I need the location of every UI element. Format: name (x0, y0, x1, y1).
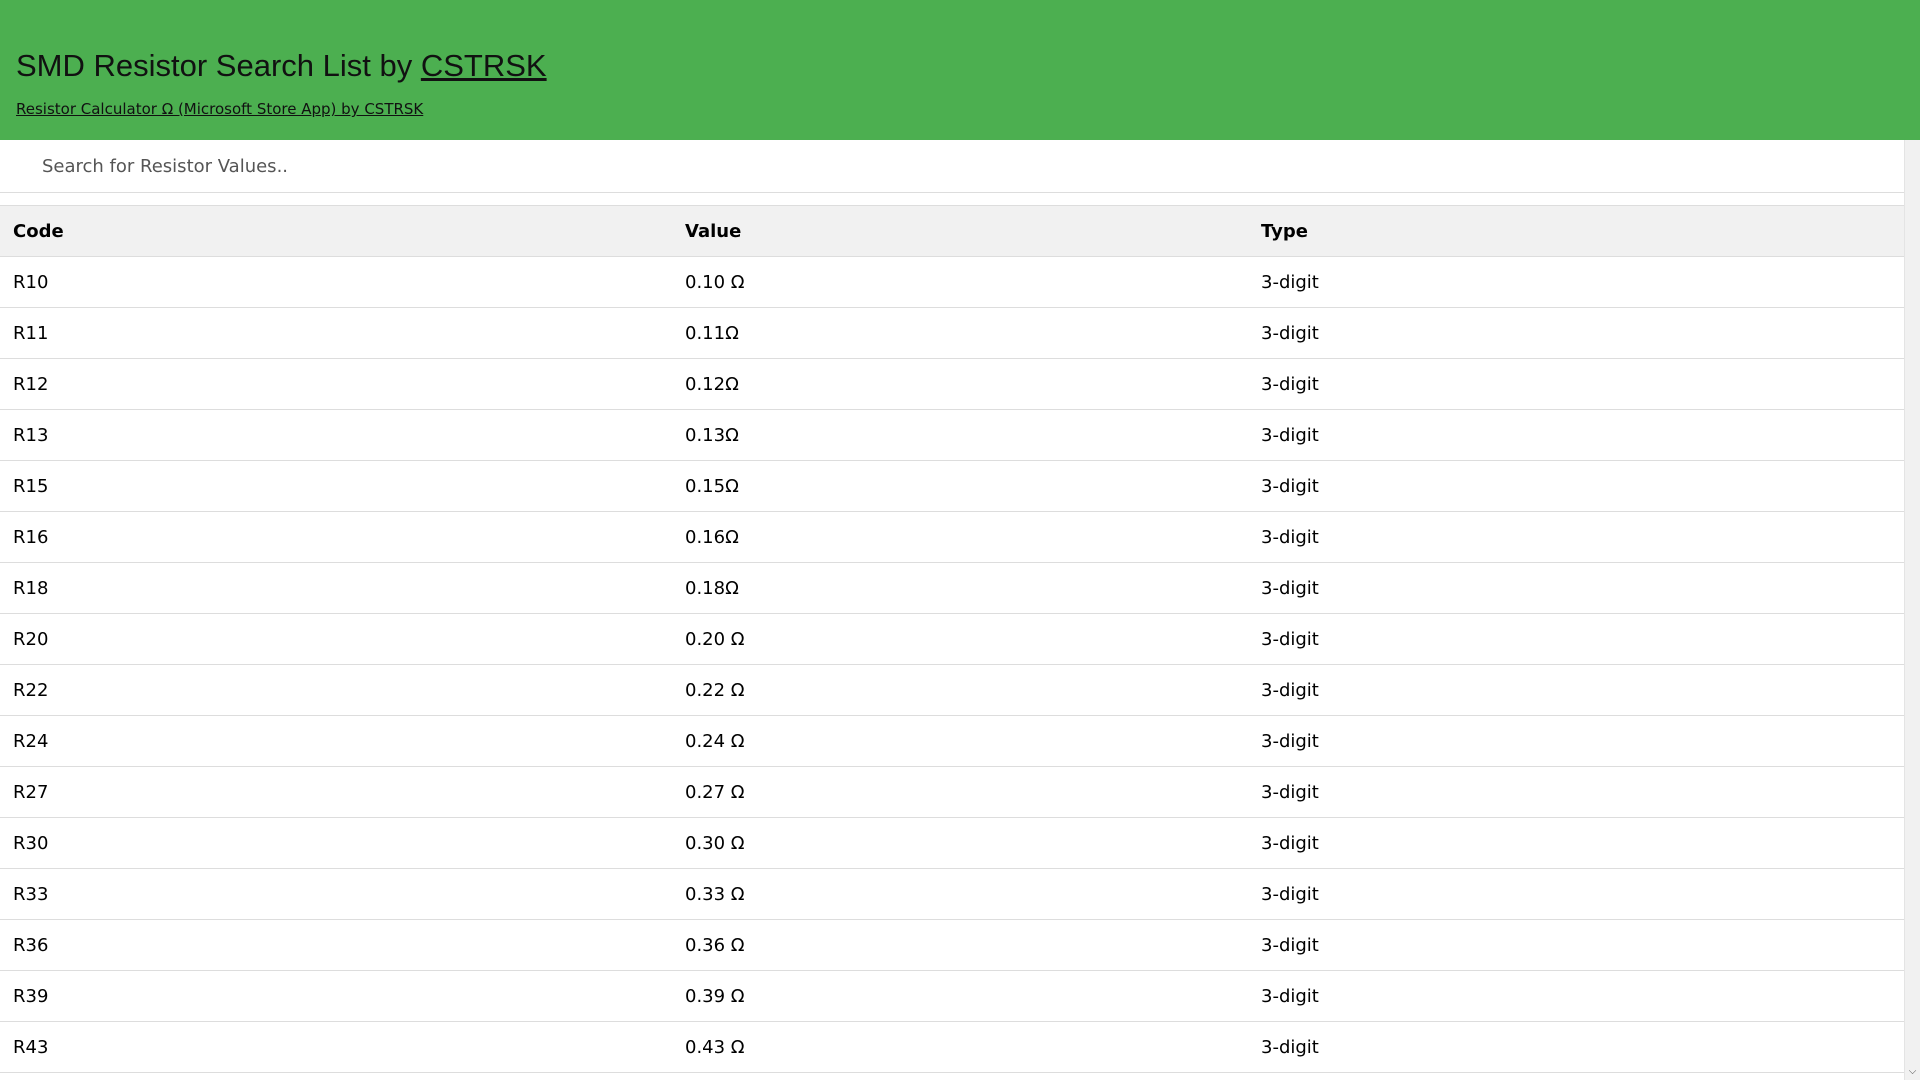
table-header: Code Value Type (0, 205, 1904, 257)
column-header-value[interactable]: Value (672, 205, 1248, 257)
table-row: R11 0.11Ω 3-digit (0, 307, 1904, 359)
value-cell: 0.10 Ω (672, 256, 1248, 308)
type-cell: 3-digit (1248, 766, 1904, 818)
type-cell: 3-digit (1248, 970, 1904, 1022)
table-row: R20 0.20 Ω 3-digit (0, 613, 1904, 665)
type-cell: 3-digit (1248, 511, 1904, 563)
column-header-code[interactable]: Code (0, 205, 672, 257)
author-link[interactable]: CSTRSK (421, 48, 547, 83)
scrollbar-thumb[interactable] (1908, 142, 1917, 156)
code-cell: R33 (0, 868, 672, 920)
table-row: R30 0.30 Ω 3-digit (0, 817, 1904, 869)
table-row: R43 0.43 Ω 3-digit (0, 1021, 1904, 1073)
table-row: R39 0.39 Ω 3-digit (0, 970, 1904, 1022)
code-cell: R11 (0, 307, 672, 359)
vertical-scrollbar[interactable]: ⌵ (1904, 140, 1920, 1080)
code-cell: R18 (0, 562, 672, 614)
code-cell: R36 (0, 919, 672, 971)
value-cell: 0.13Ω (672, 409, 1248, 461)
search-input[interactable] (0, 140, 1904, 193)
store-app-link[interactable]: Resistor Calculator Ω (Microsoft Store A… (16, 100, 423, 118)
code-cell: R20 (0, 613, 672, 665)
table-row: R27 0.27 Ω 3-digit (0, 766, 1904, 818)
code-cell: R24 (0, 715, 672, 767)
table-row: R18 0.18Ω 3-digit (0, 562, 1904, 614)
type-cell: 3-digit (1248, 358, 1904, 410)
value-cell: 0.39 Ω (672, 970, 1248, 1022)
code-cell: R15 (0, 460, 672, 512)
table-row: R22 0.22 Ω 3-digit (0, 664, 1904, 716)
type-cell: 3-digit (1248, 613, 1904, 665)
table-row: R12 0.12Ω 3-digit (0, 358, 1904, 410)
page-title: SMD Resistor Search List by CSTRSK (16, 0, 1904, 88)
subtitle: Resistor Calculator Ω (Microsoft Store A… (16, 100, 1904, 118)
code-cell: R10 (0, 256, 672, 308)
value-cell: 0.11Ω (672, 307, 1248, 359)
code-cell: R12 (0, 358, 672, 410)
code-cell: R30 (0, 817, 672, 869)
type-cell: 3-digit (1248, 715, 1904, 767)
page-header: SMD Resistor Search List by CSTRSK Resis… (0, 0, 1920, 140)
value-cell: 0.16Ω (672, 511, 1248, 563)
code-cell: R27 (0, 766, 672, 818)
value-cell: 0.20 Ω (672, 613, 1248, 665)
code-cell: R22 (0, 664, 672, 716)
type-cell: 3-digit (1248, 868, 1904, 920)
value-cell: 0.43 Ω (672, 1021, 1248, 1073)
code-cell: R13 (0, 409, 672, 461)
table-body: R10 0.10 Ω 3-digit R11 0.11Ω 3-digit R12 0.12Ω 3… (0, 256, 1904, 1073)
table-header-row: Code Value Type (0, 205, 1904, 257)
resistor-table: Code Value Type R10 0.10 Ω 3-digit R11 0.11Ω… (0, 205, 1904, 1073)
type-cell: 3-digit (1248, 919, 1904, 971)
value-cell: 0.27 Ω (672, 766, 1248, 818)
value-cell: 0.12Ω (672, 358, 1248, 410)
page-title-text: SMD Resistor Search List by (16, 48, 421, 83)
type-cell: 3-digit (1248, 1021, 1904, 1073)
table-row: R13 0.13Ω 3-digit (0, 409, 1904, 461)
column-header-type[interactable]: Type (1248, 205, 1904, 257)
type-cell: 3-digit (1248, 409, 1904, 461)
value-cell: 0.15Ω (672, 460, 1248, 512)
type-cell: 3-digit (1248, 664, 1904, 716)
value-cell: 0.24 Ω (672, 715, 1248, 767)
table-row: R10 0.10 Ω 3-digit (0, 256, 1904, 308)
type-cell: 3-digit (1248, 817, 1904, 869)
value-cell: 0.30 Ω (672, 817, 1248, 869)
table-row: R36 0.36 Ω 3-digit (0, 919, 1904, 971)
chevron-down-icon[interactable]: ⌵ (1905, 1064, 1920, 1080)
type-cell: 3-digit (1248, 460, 1904, 512)
value-cell: 0.33 Ω (672, 868, 1248, 920)
main-content: Code Value Type R100.10 Ω3-digitR110.11Ω… (0, 140, 1904, 1080)
type-cell: 3-digit (1248, 256, 1904, 308)
table-row: R15 0.15Ω 3-digit (0, 460, 1904, 512)
table-row: R33 0.33 Ω 3-digit (0, 868, 1904, 920)
type-cell: 3-digit (1248, 307, 1904, 359)
value-cell: 0.18Ω (672, 562, 1248, 614)
value-cell: 0.22 Ω (672, 664, 1248, 716)
value-cell: 0.36 Ω (672, 919, 1248, 971)
code-cell: R39 (0, 970, 672, 1022)
code-cell: R16 (0, 511, 672, 563)
page: SMD Resistor Search List by CSTRSK Resis… (0, 0, 1920, 1080)
table-row: R24 0.24 Ω 3-digit (0, 715, 1904, 767)
table-row: R16 0.16Ω 3-digit (0, 511, 1904, 563)
code-cell: R43 (0, 1021, 672, 1073)
type-cell: 3-digit (1248, 562, 1904, 614)
